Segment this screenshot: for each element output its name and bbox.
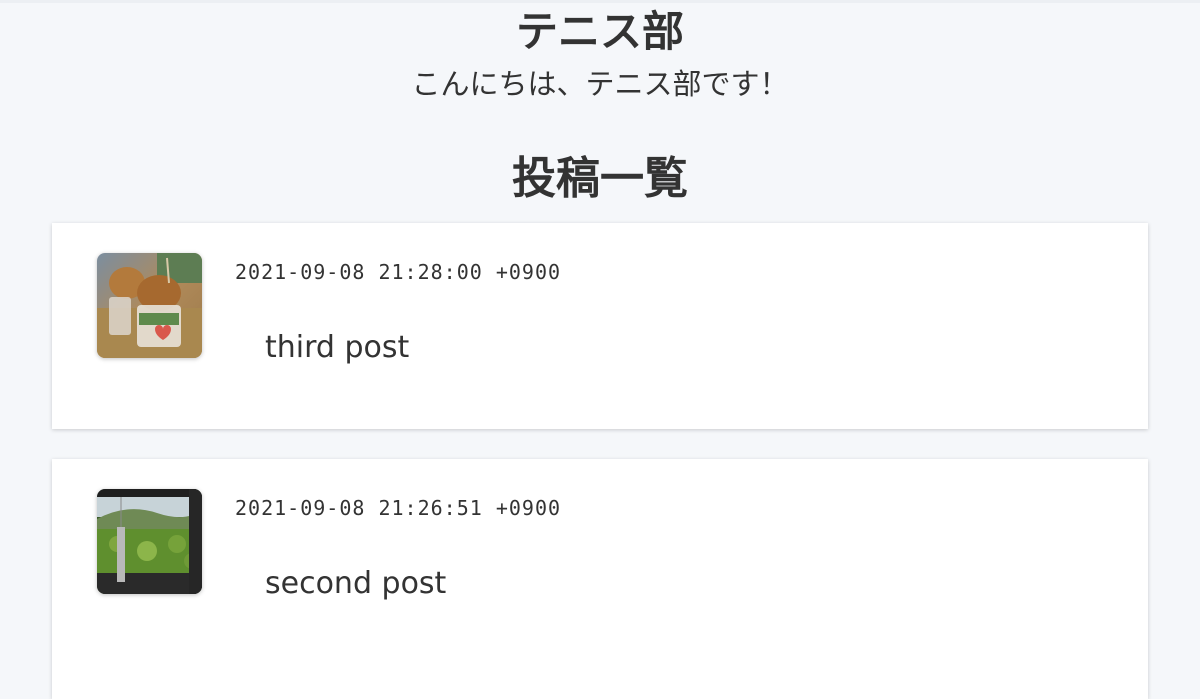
post-thumbnail[interactable] [97,253,202,358]
post-date: 2021-09-08 21:26:51 +0900 [235,496,562,520]
landscape-photo-icon [97,489,202,594]
post-body: third post [265,330,410,365]
top-border [0,0,1200,3]
club-title: テニス部 [515,7,684,56]
post-card: 2021-09-08 21:28:00 +0900 third post [52,223,1148,429]
post-body: second post [265,566,447,601]
club-greeting: こんにちは、テニス部です！ [411,67,789,101]
post-date: 2021-09-08 21:28:00 +0900 [235,260,562,284]
food-photo-icon [97,253,202,358]
posts-section-title: 投稿一覧 [512,153,688,204]
post-thumbnail[interactable] [97,489,202,594]
post-card: 2021-09-08 21:26:51 +0900 second post [52,459,1148,699]
